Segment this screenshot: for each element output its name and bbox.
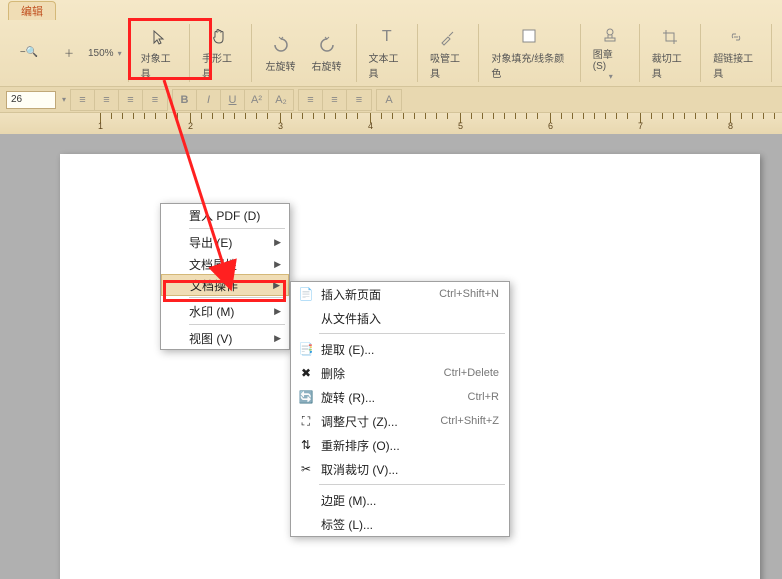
align-justify-button[interactable]: ≡ xyxy=(143,90,167,110)
insert-icon: 📄 xyxy=(295,285,317,303)
stamp-button[interactable]: 图章 (S)▾ xyxy=(587,24,633,82)
context-menu-item[interactable]: 视图 (V)▶ xyxy=(161,327,289,349)
stamp-icon xyxy=(599,26,621,44)
submenu-item[interactable]: 📄插入新页面Ctrl+Shift+N xyxy=(291,282,509,306)
reorder-icon: ⇅ xyxy=(295,436,317,454)
zoom-in-button[interactable]: ＋ xyxy=(52,24,86,82)
horizontal-ruler: 12345678 xyxy=(0,112,782,134)
submenu-item[interactable]: 📑提取 (E)... xyxy=(291,337,509,361)
extract-icon: 📑 xyxy=(295,340,317,358)
align-group: ≡ ≡ ≡ ≡ xyxy=(70,89,168,111)
context-menu-item[interactable]: 文档属性▶ xyxy=(161,253,289,275)
link-icon xyxy=(725,26,747,48)
underline-button[interactable]: U xyxy=(221,90,245,110)
rotate-right-button[interactable]: 右旋转 xyxy=(304,24,350,82)
delete-icon: ✖ xyxy=(295,364,317,382)
context-menu-item[interactable]: 导出 (E)▶ xyxy=(161,231,289,253)
submenu-item[interactable]: 从文件插入 xyxy=(291,306,509,330)
text-color-button[interactable]: A xyxy=(377,90,401,110)
style-group: B I U A² A₂ xyxy=(172,89,294,111)
subscript-button[interactable]: A₂ xyxy=(269,90,293,110)
submenu-item[interactable]: ✖删除Ctrl+Delete xyxy=(291,361,509,385)
valign-top-button[interactable]: ≡ xyxy=(299,90,323,110)
hand-icon xyxy=(209,26,231,48)
context-menu: 置入 PDF (D) 导出 (E)▶文档属性▶文档操作▶ 水印 (M)▶ 视图 (V)… xyxy=(160,203,290,350)
tab-edit[interactable]: 编辑 xyxy=(8,1,56,20)
eyedropper-icon xyxy=(437,26,459,48)
crop-icon xyxy=(659,26,681,48)
context-menu-item[interactable]: 水印 (M)▶ xyxy=(161,300,289,322)
rotate-right-icon xyxy=(316,34,338,56)
align-right-button[interactable]: ≡ xyxy=(119,90,143,110)
submenu-item[interactable]: ✂取消裁切 (V)... xyxy=(291,457,509,481)
crop-tool-button[interactable]: 裁切工具 xyxy=(646,24,694,82)
blank-icon xyxy=(295,515,317,533)
resize-icon: ⛶ xyxy=(295,412,317,430)
hyperlink-tool-button[interactable]: 超链接工具 xyxy=(707,24,765,82)
submenu-item[interactable]: ⛶调整尺寸 (Z)...Ctrl+Shift+Z xyxy=(291,409,509,433)
blank-icon xyxy=(295,491,317,509)
submenu-item[interactable]: 标签 (L)... xyxy=(291,512,509,536)
cursor-icon xyxy=(148,26,170,48)
submenu-item[interactable]: 🔄旋转 (R)...Ctrl+R xyxy=(291,385,509,409)
context-menu-item[interactable]: 文档操作▶ xyxy=(161,274,289,296)
chevron-down-icon[interactable]: ▾ xyxy=(62,95,66,104)
superscript-button[interactable]: A² xyxy=(245,90,269,110)
context-menu-item[interactable]: 置入 PDF (D) xyxy=(161,204,289,226)
bold-button[interactable]: B xyxy=(173,90,197,110)
uncrop-icon: ✂ xyxy=(295,460,317,478)
valign-group: ≡ ≡ ≡ xyxy=(298,89,372,111)
align-left-button[interactable]: ≡ xyxy=(71,90,95,110)
hand-tool-button[interactable]: 手形工具 xyxy=(196,24,244,82)
rotate-left-icon xyxy=(270,34,292,56)
zoom-value: 150% xyxy=(86,48,116,59)
text-tool-button[interactable]: T文本工具 xyxy=(363,24,411,82)
object-tool-button[interactable]: 对象工具 xyxy=(135,24,183,82)
submenu-item[interactable]: 边距 (M)... xyxy=(291,488,509,512)
eyedropper-tool-button[interactable]: 吸管工具 xyxy=(424,24,472,82)
fill-icon xyxy=(519,26,541,48)
rotate-icon: 🔄 xyxy=(295,388,317,406)
fill-stroke-button[interactable]: 对象填充/线条颜色 xyxy=(485,24,573,82)
submenu-item[interactable]: ⇅重新排序 (O)... xyxy=(291,433,509,457)
italic-button[interactable]: I xyxy=(197,90,221,110)
chevron-down-icon[interactable]: ▾ xyxy=(118,49,122,58)
valign-bottom-button[interactable]: ≡ xyxy=(347,90,371,110)
rotate-left-button[interactable]: 左旋转 xyxy=(258,24,304,82)
valign-middle-button[interactable]: ≡ xyxy=(323,90,347,110)
align-center-button[interactable]: ≡ xyxy=(95,90,119,110)
font-size-field[interactable] xyxy=(6,91,56,109)
text-icon: T xyxy=(376,26,398,48)
zoom-out-button[interactable]: −🔍 xyxy=(6,24,52,82)
blank-icon xyxy=(295,309,317,327)
context-submenu: 📄插入新页面Ctrl+Shift+N从文件插入 📑提取 (E)...✖删除Ctrl… xyxy=(290,281,510,537)
